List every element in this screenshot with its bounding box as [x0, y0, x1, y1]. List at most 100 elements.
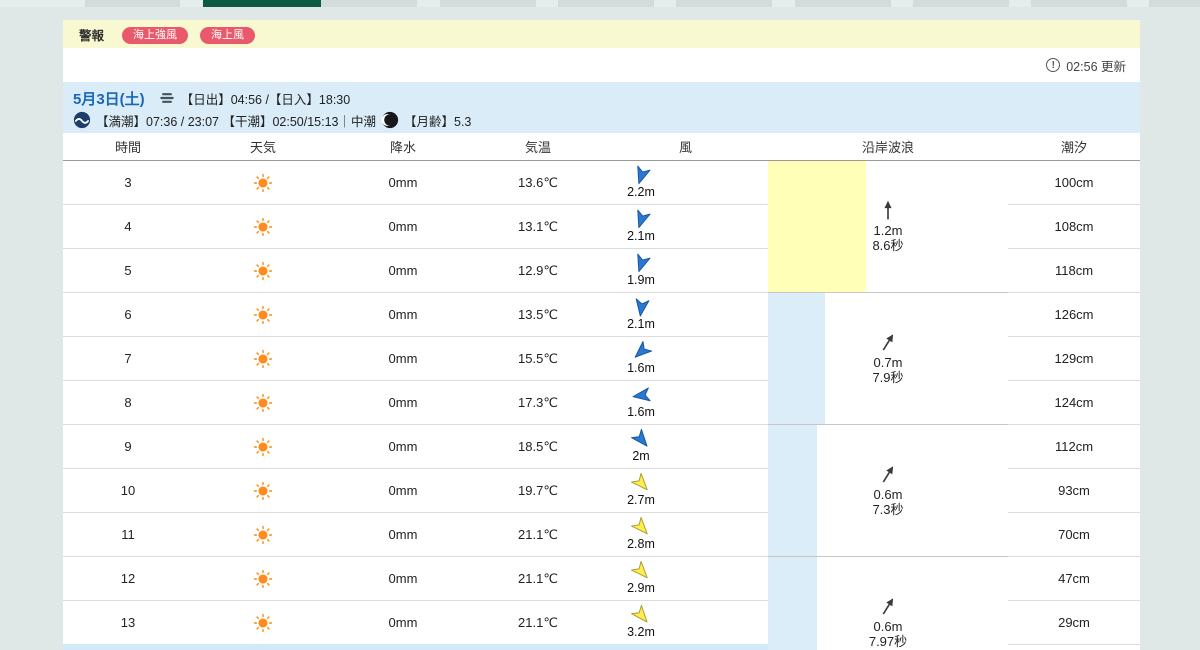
weather-cell — [193, 305, 333, 325]
wind-cell: 2.7m — [603, 472, 768, 507]
table-row: 11 0mm 21.1℃ 2.8m — [63, 513, 768, 557]
precip-cell: 0mm — [388, 483, 418, 498]
weather-cell — [193, 525, 333, 545]
hour-cell: 10 — [120, 483, 136, 498]
sunny-icon — [253, 217, 273, 236]
temp-cell: 21.1℃ — [518, 614, 558, 630]
wind-speed-label: 1.9m — [627, 273, 655, 287]
warning-label: 警報 — [79, 28, 105, 43]
col-header-weather: 天気 — [249, 140, 276, 155]
wave-period-label: 8.6秒 — [872, 238, 904, 253]
tide-cell: 70cm — [1008, 513, 1140, 557]
wave-group: 0.7m 7.9秒 — [768, 293, 1008, 425]
wind-cell: 2.9m — [603, 560, 768, 595]
sunny-icon — [253, 481, 273, 500]
tab[interactable] — [439, 0, 536, 7]
wave-icon — [73, 111, 91, 129]
hour-cell: 13 — [120, 615, 136, 630]
wave-height-label: 1.2m — [873, 223, 903, 238]
hour-cell: 6 — [124, 307, 132, 322]
wind-cell: 2.8m — [603, 516, 768, 551]
table-row: 7 0mm 15.5℃ 1.6m — [63, 337, 768, 381]
wind-cell: 1.6m — [603, 386, 768, 419]
wind-cell: 3.2m — [603, 604, 768, 639]
wind-speed-label: 2.1m — [627, 317, 655, 331]
hour-cell: 8 — [124, 395, 132, 410]
tab-active[interactable] — [203, 0, 321, 7]
tide-cell: 129cm — [1008, 337, 1140, 381]
wave-height-label: 0.6m — [873, 619, 903, 634]
sunny-icon — [253, 173, 273, 192]
wind-speed-label: 2.2m — [627, 185, 655, 199]
tab[interactable] — [557, 0, 654, 7]
hour-cell: 7 — [124, 351, 132, 366]
table-row: 3 0mm 13.6℃ 2.2m — [63, 161, 768, 205]
wind-cell: 2m — [603, 428, 768, 463]
wind-speed-label: 2.1m — [627, 229, 655, 243]
wave-height-label: 0.7m — [873, 355, 903, 370]
weather-cell — [193, 217, 333, 237]
tab[interactable] — [794, 0, 891, 7]
temp-cell: 15.5℃ — [518, 350, 558, 366]
wave-height-label: 0.6m — [873, 487, 903, 502]
warning-badge[interactable]: 海上強風 — [122, 26, 189, 44]
tide-cell: 47cm — [1008, 557, 1140, 601]
tab[interactable] — [1031, 0, 1128, 7]
precip-cell: 0mm — [388, 615, 418, 630]
precip-cell: 0mm — [388, 175, 418, 190]
sunny-icon — [253, 437, 273, 456]
next-day-header-peek — [63, 644, 768, 650]
table-row: 5 0mm 12.9℃ 1.9m — [63, 249, 768, 293]
update-status: ! 02:56 更新 — [63, 48, 1140, 82]
sunny-icon — [253, 349, 273, 368]
sunny-icon — [253, 261, 273, 280]
wind-cell: 2.1m — [603, 209, 768, 243]
tab[interactable] — [321, 0, 418, 7]
wind-cell: 1.9m — [603, 253, 768, 287]
wave-period-label: 7.9秒 — [872, 370, 904, 385]
precip-cell: 0mm — [388, 307, 418, 322]
tide-times-label: 【満潮】07:36 / 23:07 【干潮】02:50/15:13｜中潮 — [96, 114, 376, 129]
alert-circle-icon[interactable]: ! — [1046, 58, 1061, 72]
wind-direction-icon — [636, 253, 651, 273]
wave-direction-icon — [882, 598, 894, 615]
sunny-icon — [253, 305, 273, 324]
wave-period-label: 7.3秒 — [872, 502, 904, 517]
tab[interactable] — [912, 0, 1009, 7]
col-header-wave: 沿岸波浪 — [861, 140, 914, 155]
wave-group: 0.6m 7.97秒 — [768, 557, 1008, 650]
wind-direction-icon — [636, 165, 651, 185]
warning-badge[interactable]: 海上風 — [200, 26, 256, 44]
tab[interactable] — [1149, 0, 1200, 7]
day-header: 5月3日(土) 【日出】04:56 /【日入】18:30 【満潮】07:36 /… — [63, 82, 1140, 133]
hour-cell: 12 — [120, 571, 136, 586]
table-wave-body: 1.2m 8.6秒 0.7m 7.9秒 0.6m 7.3秒 0.6m 7.97秒 — [768, 161, 1008, 650]
precip-cell: 0mm — [388, 395, 418, 410]
precip-cell: 0mm — [388, 219, 418, 234]
tab[interactable] — [85, 0, 180, 7]
table-tide-body: 100cm 108cm 118cm 126cm 129cm 124cm 112c… — [1008, 161, 1140, 645]
tab[interactable] — [676, 0, 773, 7]
sunny-icon — [253, 393, 273, 412]
col-header-precip: 降水 — [389, 140, 416, 155]
weather-cell — [193, 481, 333, 501]
table-row: 9 0mm 18.5℃ 2m — [63, 425, 768, 469]
wave-direction-icon — [882, 334, 894, 351]
weather-cell — [193, 261, 333, 281]
warning-badges: 海上強風 海上風 — [122, 25, 267, 44]
hour-cell: 9 — [124, 439, 132, 454]
moon-age-label: 【月齢】5.3 — [404, 114, 472, 129]
hour-cell: 3 — [124, 175, 132, 190]
date-label: 5月3日(土) — [73, 90, 145, 108]
weather-cell — [193, 173, 333, 193]
wind-cell: 1.6m — [603, 341, 768, 375]
wind-direction-icon — [632, 387, 651, 402]
wind-direction-icon — [635, 298, 649, 317]
table-left-body: 3 0mm 13.6℃ 2.2m 4 0mm 13.1℃ 2.1m 5 0mm … — [63, 161, 768, 645]
weather-cell — [193, 437, 333, 457]
wave-period-label: 7.97秒 — [868, 634, 908, 649]
tide-cell: 93cm — [1008, 469, 1140, 513]
weather-cell — [193, 349, 333, 369]
sunny-icon — [253, 613, 273, 632]
temp-cell: 12.9℃ — [518, 262, 558, 278]
